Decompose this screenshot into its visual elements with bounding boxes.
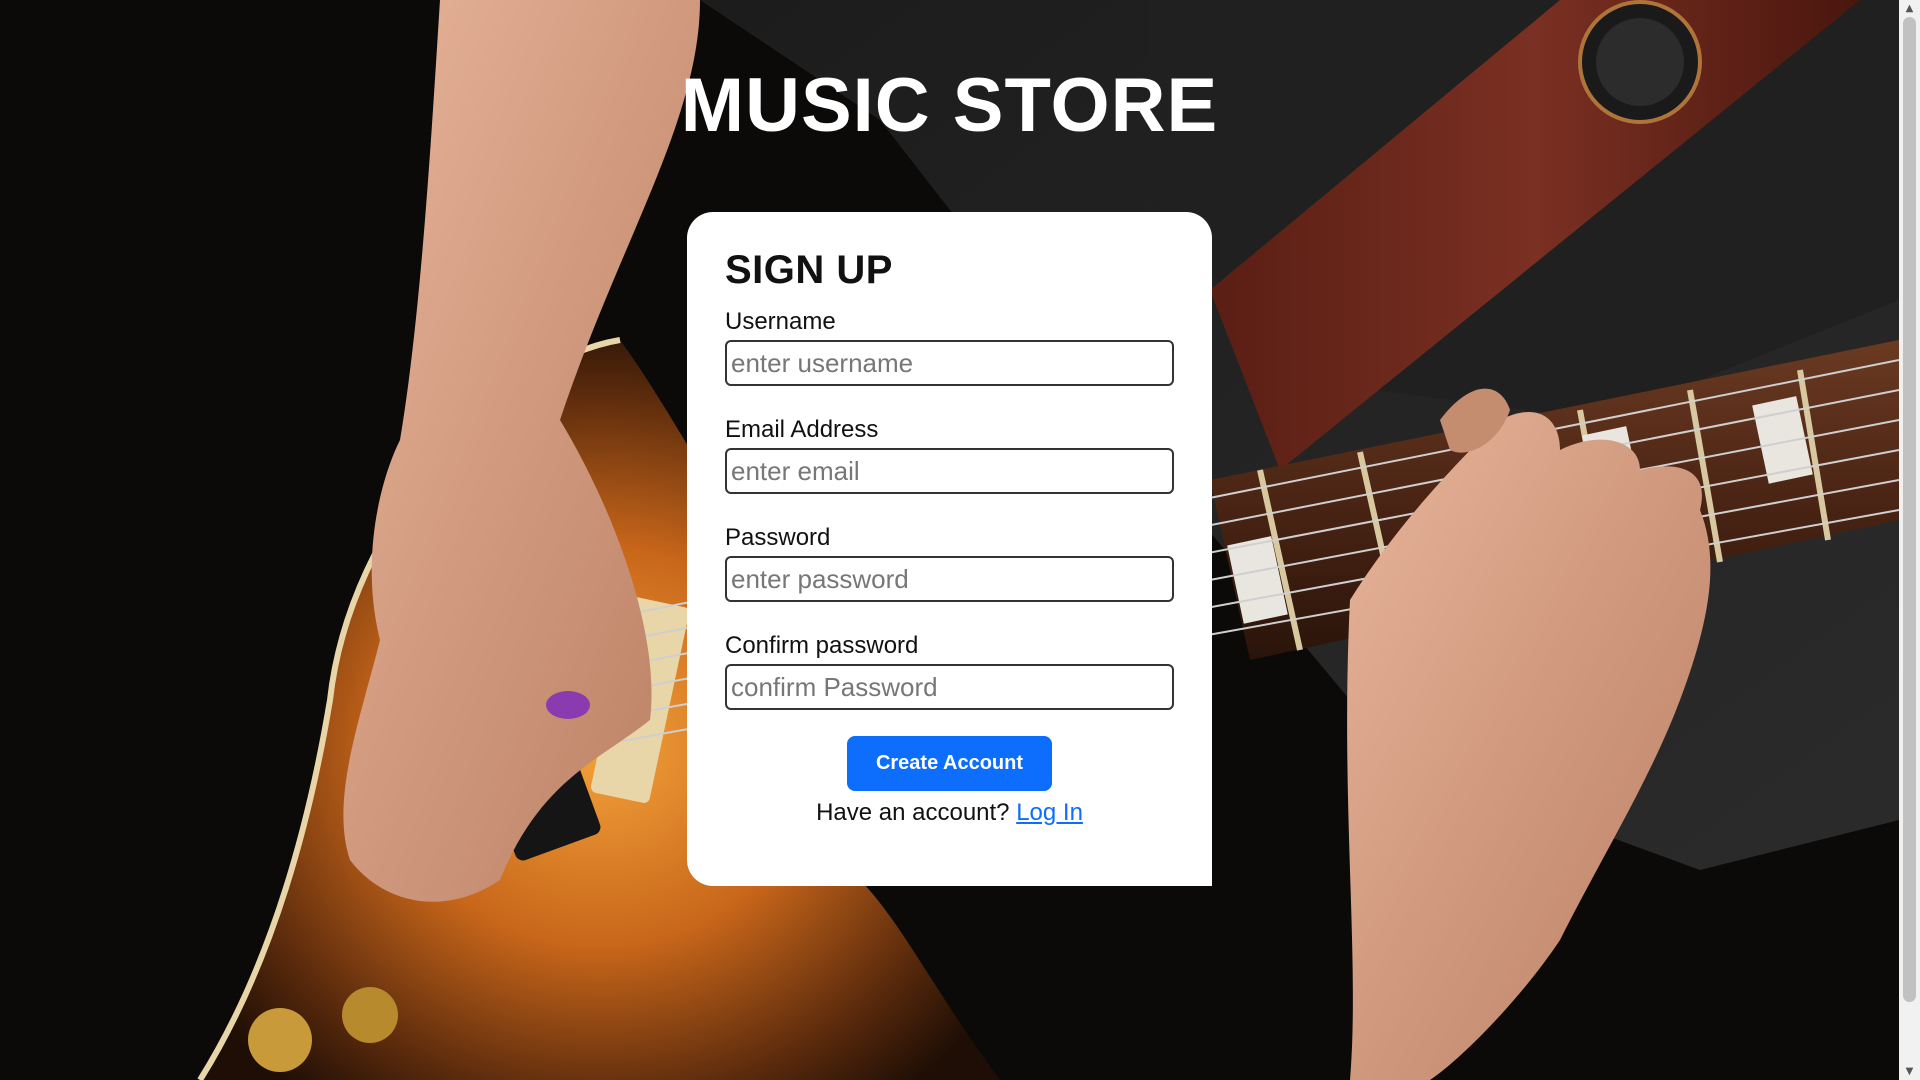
site-title: MUSIC STORE <box>680 63 1219 148</box>
confirm-password-field-group: Confirm password <box>725 632 1174 710</box>
scrollbar-thumb[interactable] <box>1903 17 1916 1002</box>
login-link[interactable]: Log In <box>1016 799 1083 826</box>
password-label: Password <box>725 524 831 551</box>
signup-card: SIGN UP Username Email Address Password … <box>687 212 1212 886</box>
username-input[interactable] <box>725 340 1174 386</box>
create-account-button[interactable]: Create Account <box>847 736 1052 791</box>
password-input[interactable] <box>725 556 1174 602</box>
username-field-group: Username <box>725 308 1174 386</box>
username-label: Username <box>725 308 836 335</box>
page: MUSIC STORE SIGN UP Username Email Addre… <box>0 0 1920 1080</box>
confirm-password-input[interactable] <box>725 664 1174 710</box>
email-input[interactable] <box>725 448 1174 494</box>
scroll-down-arrow-icon[interactable]: ▼ <box>1899 1063 1920 1080</box>
scroll-up-arrow-icon[interactable]: ▲ <box>1899 0 1920 17</box>
signup-heading: SIGN UP <box>725 248 893 292</box>
login-prompt-line: Have an account? Log In <box>725 799 1174 827</box>
login-prompt-text: Have an account? <box>816 799 1010 826</box>
password-field-group: Password <box>725 524 1174 602</box>
vertical-scrollbar[interactable]: ▲ ▼ <box>1899 0 1920 1080</box>
confirm-password-label: Confirm password <box>725 632 919 659</box>
email-label: Email Address <box>725 416 879 443</box>
email-field-group: Email Address <box>725 416 1174 494</box>
form-actions: Create Account <box>725 736 1174 791</box>
